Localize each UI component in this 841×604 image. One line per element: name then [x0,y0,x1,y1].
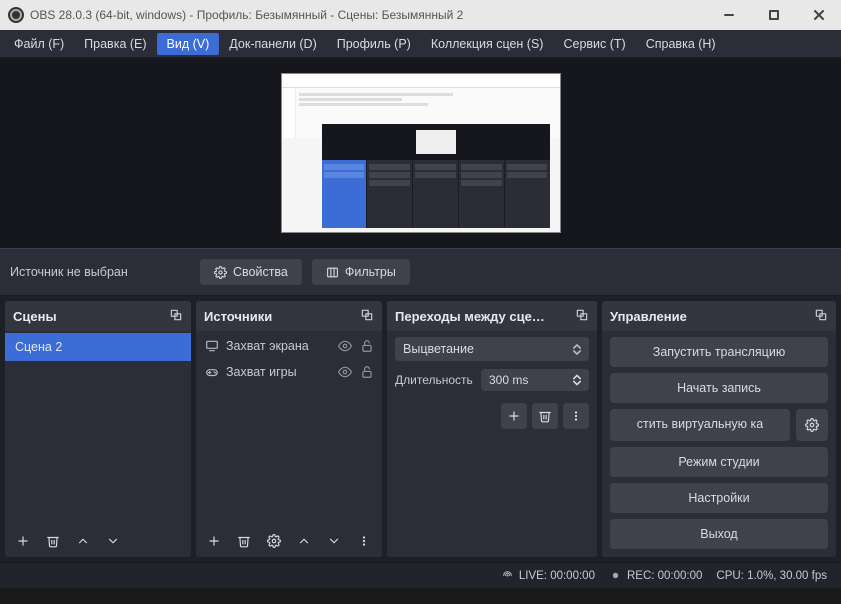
transition-add-button[interactable] [501,403,527,429]
transitions-dock: Переходы между сце… Выцветание Длительно… [387,301,597,557]
popout-icon[interactable] [814,308,828,325]
scenes-dock: Сцены Сцена 2 [5,301,191,557]
record-dot-icon [609,569,622,582]
settings-button[interactable]: Настройки [610,483,828,513]
scene-remove-button[interactable] [40,528,66,554]
source-add-button[interactable] [201,528,227,554]
chevron-updown-icon [573,344,581,355]
controls-header: Управление [602,301,836,331]
scene-item[interactable]: Сцена 2 [5,333,191,361]
duration-value: 300 ms [489,373,528,387]
scenes-header: Сцены [5,301,191,331]
scene-add-button[interactable] [10,528,36,554]
menu-tools[interactable]: Сервис (T) [553,33,635,55]
virtual-cam-settings-button[interactable] [796,409,828,441]
broadcast-icon [501,569,514,582]
sources-title: Источники [204,309,272,324]
preview-canvas [281,73,561,233]
monitor-icon [204,339,219,353]
properties-label: Свойства [233,265,288,279]
source-down-button[interactable] [321,528,347,554]
source-remove-button[interactable] [231,528,257,554]
duration-label: Длительность [395,373,475,387]
menu-profile[interactable]: Профиль (P) [327,33,421,55]
maximize-button[interactable] [751,0,796,30]
minimize-button[interactable] [706,0,751,30]
studio-mode-button[interactable]: Режим студии [610,447,828,477]
menu-edit[interactable]: Правка (E) [74,33,156,55]
source-item[interactable]: Захват игры [196,359,382,385]
source-item[interactable]: Захват экрана [196,333,382,359]
transition-selected: Выцветание [403,342,474,356]
filters-button[interactable]: Фильтры [312,259,410,285]
menu-docks[interactable]: Док-панели (D) [219,33,326,55]
properties-button[interactable]: Свойства [200,259,302,285]
sources-header: Источники [196,301,382,331]
transition-select[interactable]: Выцветание [395,337,589,361]
cpu-text: CPU: 1.0%, 30.00 fps [716,570,827,582]
no-source-label: Источник не выбран [10,265,190,279]
record-status: REC: 00:00:00 [609,569,702,582]
popout-icon[interactable] [169,308,183,325]
rec-time: REC: 00:00:00 [627,570,702,582]
sources-dock: Источники Захват экрана Захват игры [196,301,382,557]
menu-help[interactable]: Справка (H) [636,33,726,55]
lock-toggle[interactable] [359,339,374,353]
source-up-button[interactable] [291,528,317,554]
statusbar: LIVE: 00:00:00 REC: 00:00:00 CPU: 1.0%, … [0,562,841,588]
close-button[interactable] [796,0,841,30]
window-title: OBS 28.0.3 (64-bit, windows) - Профиль: … [30,8,463,22]
transitions-header: Переходы между сце… [387,301,597,331]
titlebar: OBS 28.0.3 (64-bit, windows) - Профиль: … [0,0,841,30]
transition-more-button[interactable] [563,403,589,429]
popout-icon[interactable] [360,308,374,325]
exit-button[interactable]: Выход [610,519,828,549]
source-label: Захват игры [226,365,330,379]
source-label: Захват экрана [226,339,330,353]
network-status: LIVE: 00:00:00 [501,569,595,582]
sources-list[interactable]: Захват экрана Захват игры [196,331,382,525]
start-stream-button[interactable]: Запустить трансляцию [610,337,828,367]
duration-spinner[interactable]: 300 ms [481,369,589,391]
context-toolbar: Источник не выбран Свойства Фильтры [0,248,841,296]
filters-icon [326,266,339,279]
source-more-button[interactable] [351,528,377,554]
scenes-list[interactable]: Сцена 2 [5,331,191,525]
menu-file[interactable]: Файл (F) [4,33,74,55]
menu-scene-collection[interactable]: Коллекция сцен (S) [421,33,554,55]
scene-down-button[interactable] [100,528,126,554]
visibility-toggle[interactable] [337,365,352,379]
dock-container: Сцены Сцена 2 Источники Захват экрана [0,296,841,562]
scene-up-button[interactable] [70,528,96,554]
controls-dock: Управление Запустить трансляцию Начать з… [602,301,836,557]
virtual-cam-button[interactable]: стить виртуальную ка [610,409,790,441]
obs-logo-icon [8,7,24,23]
controls-title: Управление [610,309,687,324]
lock-toggle[interactable] [359,365,374,379]
visibility-toggle[interactable] [337,339,352,353]
menubar: Файл (F) Правка (E) Вид (V) Док-панели (… [0,30,841,58]
preview-area[interactable] [0,58,841,248]
transitions-title: Переходы между сце… [395,309,545,324]
source-settings-button[interactable] [261,528,287,554]
cpu-status: CPU: 1.0%, 30.00 fps [716,570,827,582]
gear-icon [214,266,227,279]
live-time: LIVE: 00:00:00 [519,570,595,582]
start-record-button[interactable]: Начать запись [610,373,828,403]
popout-icon[interactable] [575,308,589,325]
transition-remove-button[interactable] [532,403,558,429]
scenes-title: Сцены [13,309,57,324]
filters-label: Фильтры [345,265,396,279]
menu-view[interactable]: Вид (V) [157,33,220,55]
spinner-arrows-icon[interactable] [573,374,581,386]
gamepad-icon [204,365,219,379]
